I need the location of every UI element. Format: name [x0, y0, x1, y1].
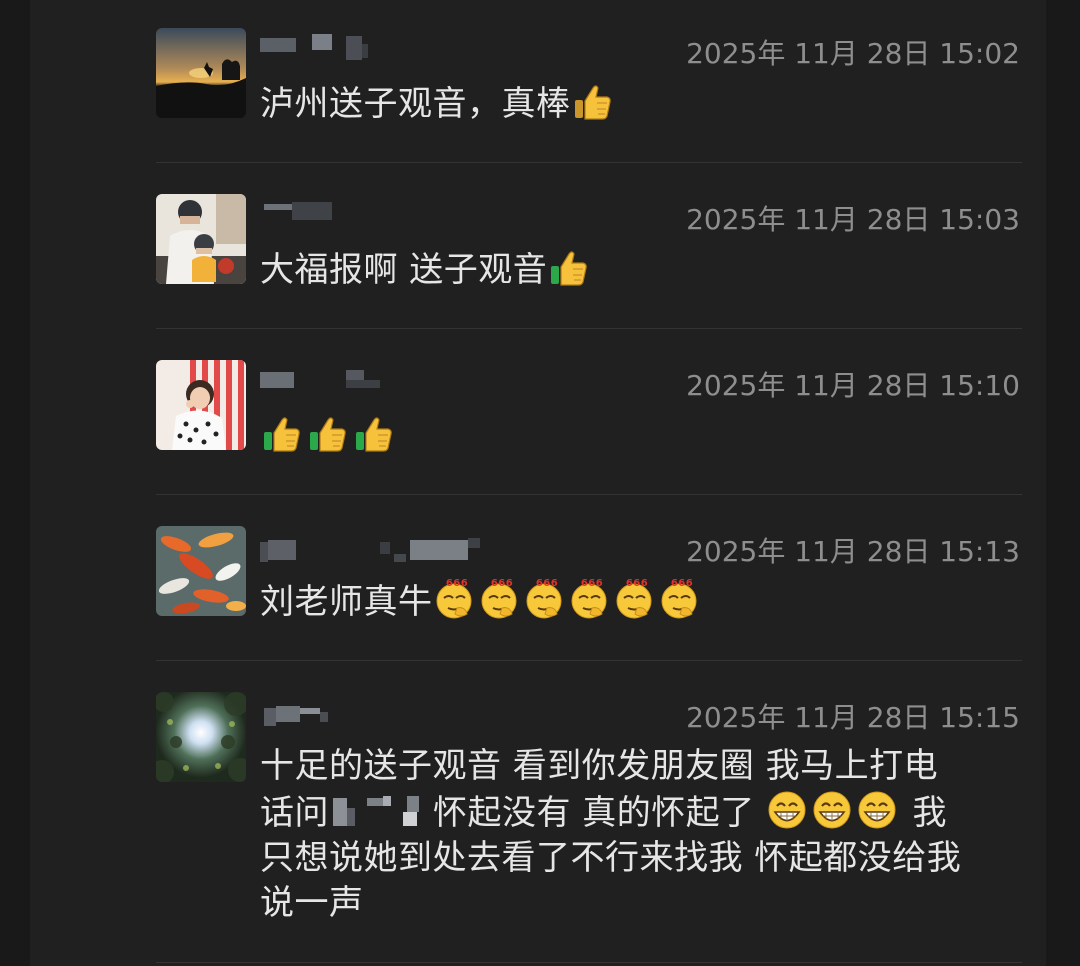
timestamp: 2025年 11月 28日 15:02: [686, 37, 1020, 70]
redacted-name: [329, 794, 433, 830]
divider: [156, 162, 1022, 163]
666-emoji-icon: 666: [613, 578, 658, 620]
svg-text:666: 666: [490, 578, 512, 589]
svg-text:666: 666: [670, 578, 692, 589]
thumbs-up-icon: [352, 412, 394, 454]
comment-text: 十足的送子观音 看到你发朋友圈 我马上打电 话问 怀起没有 真的怀起了 我 只想…: [260, 744, 1030, 926]
comment-text: 大福报啊 送子观音: [260, 246, 1020, 293]
comment-text-body: 刘老师真牛: [260, 582, 433, 622]
comment-text-line: 只想说她到处去看了不行来找我 怀起都没给我: [260, 838, 962, 878]
avatar-family-image: [156, 194, 246, 284]
divider: [156, 962, 1022, 963]
comment-text: 刘老师真牛 666 666 666 666 666 666: [260, 578, 1020, 625]
thumbs-up-icon: [260, 412, 302, 454]
avatar[interactable]: [156, 28, 246, 118]
timestamp: 2025年 11月 28日 15:10: [686, 369, 1020, 402]
666-emoji-icon: 666: [523, 578, 568, 620]
emoji-row: [766, 791, 901, 833]
svg-text:666: 666: [625, 578, 647, 589]
username-redacted[interactable]: [260, 694, 500, 728]
comment-text-fragment: 话问: [260, 793, 329, 833]
divider: [156, 494, 1022, 495]
thumbs-up-icon: [571, 80, 613, 122]
grinning-face-icon: [856, 789, 901, 831]
comment-text-body: 大福报啊 送子观音: [260, 250, 548, 290]
comment-item[interactable]: 2025年 11月 28日 15:15 十足的送子观音 看到你发朋友圈 我马上打…: [156, 692, 1022, 952]
grinning-face-icon: [766, 789, 811, 831]
username-redacted[interactable]: [260, 30, 500, 64]
avatar-forest-sky-image: [156, 692, 246, 782]
divider: [156, 660, 1022, 661]
comment-item[interactable]: 2025年 11月 28日 15:03 大福报啊 送子观音: [156, 194, 1022, 294]
grinning-face-icon: [811, 789, 856, 831]
divider: [156, 328, 1022, 329]
666-emoji-icon: 666: [658, 578, 703, 620]
comment-text-fragment: 我: [912, 793, 947, 833]
avatar-child-image: [156, 360, 246, 450]
svg-text:666: 666: [535, 578, 557, 589]
comment-item[interactable]: 2025年 11月 28日 15:10: [156, 360, 1022, 460]
thumbs-up-icon: [547, 246, 589, 288]
comment-text-line: 说一声: [260, 883, 364, 923]
comment-text: [260, 412, 1020, 459]
666-emoji-icon: 666: [433, 578, 478, 620]
comment-item[interactable]: 2025年 11月 28日 15:02 泸州送子观音，真棒: [156, 28, 1022, 128]
emoji-row: 666 666 666 666 666 666: [433, 578, 703, 622]
comment-text-line: 话问 怀起没有 真的怀起了 我: [260, 789, 1030, 836]
svg-text:666: 666: [580, 578, 602, 589]
avatar-sunset-image: [156, 28, 246, 118]
666-emoji-icon: 666: [478, 578, 523, 620]
comment-text-body: 泸州送子观音，真棒: [260, 84, 571, 124]
666-emoji-icon: 666: [568, 578, 613, 620]
avatar[interactable]: [156, 360, 246, 450]
avatar[interactable]: [156, 692, 246, 782]
avatar[interactable]: [156, 194, 246, 284]
username-redacted[interactable]: [260, 362, 500, 396]
avatar[interactable]: [156, 526, 246, 616]
svg-text:666: 666: [445, 578, 467, 589]
avatar-koi-fish-image: [156, 526, 246, 616]
timestamp: 2025年 11月 28日 15:15: [686, 701, 1020, 734]
comment-text-fragment: 怀起没有 真的怀起了: [433, 793, 755, 833]
username-redacted[interactable]: [260, 528, 500, 562]
comment-item[interactable]: 2025年 11月 28日 15:13 刘老师真牛 666 666 666 666 666…: [156, 526, 1022, 626]
comment-text-line: 十足的送子观音 看到你发朋友圈 我马上打电: [260, 746, 939, 786]
thumbs-up-icon: [306, 412, 348, 454]
timestamp: 2025年 11月 28日 15:13: [686, 535, 1020, 568]
timestamp: 2025年 11月 28日 15:03: [686, 203, 1020, 236]
comment-text: 泸州送子观音，真棒: [260, 80, 1020, 127]
username-redacted[interactable]: [260, 196, 500, 230]
